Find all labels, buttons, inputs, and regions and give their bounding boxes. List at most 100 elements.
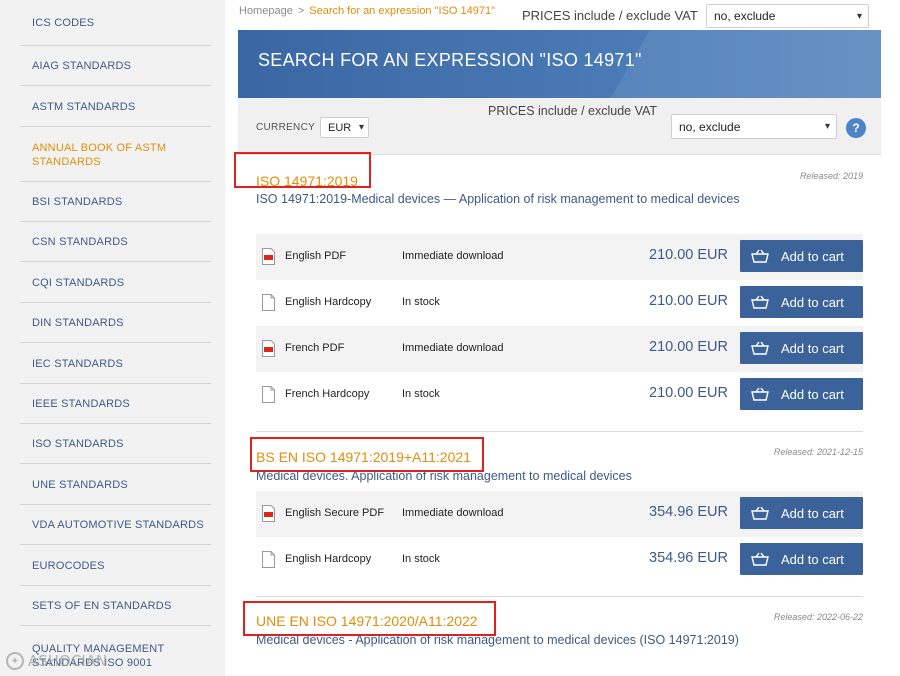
product-title-link[interactable]: BS EN ISO 14971:2019+A11:2021: [256, 449, 471, 465]
product-description-link[interactable]: Medical devices. Application of risk man…: [256, 467, 746, 486]
add-to-cart-button[interactable]: Add to cart: [740, 286, 863, 318]
format-label: French Hardcopy: [285, 388, 370, 400]
search-banner: SEARCH FOR AN EXPRESSION "ISO 14971": [238, 30, 881, 98]
sidebar-item-csn-standards[interactable]: CSN STANDARDS: [20, 222, 211, 262]
sidebar-item-annual-book-of-astm-standards[interactable]: ANNUAL BOOK OF ASTM STANDARDS: [20, 127, 211, 182]
availability-label: In stock: [402, 296, 440, 308]
sidebar-item-iec-standards[interactable]: IEC STANDARDS: [20, 343, 211, 384]
sidebar-item-label[interactable]: ANNUAL BOOK OF ASTM STANDARDS: [20, 127, 211, 182]
basket-icon: [751, 341, 769, 355]
sidebar-item-ieee-standards[interactable]: IEEE STANDARDS: [20, 384, 211, 424]
currency-label: CURRENCY: [256, 122, 316, 133]
currency-select[interactable]: EUR ▾: [320, 117, 369, 138]
add-to-cart-label: Add to cart: [781, 505, 844, 521]
sidebar-item-label[interactable]: ISO STANDARDS: [20, 424, 211, 464]
sidebar-item-label[interactable]: ASTM STANDARDS: [20, 86, 211, 127]
top-vat-select[interactable]: no, exclude ▾: [706, 4, 869, 28]
format-label: English Hardcopy: [285, 296, 372, 308]
top-vat-label: PRICES include / exclude VAT: [522, 8, 698, 23]
release-date: Released: 2022-06-22: [773, 612, 863, 622]
sidebar-item-label[interactable]: IEEE STANDARDS: [20, 384, 211, 424]
watermark-logo-icon: ✦: [6, 652, 24, 670]
format-label: English Hardcopy: [285, 553, 372, 565]
format-row: English PDF Immediate download 210.00 EU…: [256, 234, 863, 280]
sidebar-item-label[interactable]: CSN STANDARDS: [20, 222, 211, 262]
product-description-link[interactable]: ISO 14971:2019-Medical devices — Applica…: [256, 190, 746, 209]
pdf-icon: [262, 505, 275, 522]
sidebar-item-aiag-standards[interactable]: AIAG STANDARDS: [20, 46, 211, 86]
availability-label: In stock: [402, 388, 440, 400]
sidebar-item-bsi-standards[interactable]: BSI STANDARDS: [20, 182, 211, 222]
availability-label: Immediate download: [402, 507, 504, 519]
add-to-cart-button[interactable]: Add to cart: [740, 332, 863, 364]
sidebar-item-label[interactable]: SETS OF EN STANDARDS: [20, 586, 211, 626]
sidebar-item-label[interactable]: EUROCODES: [20, 545, 211, 586]
sidebar-item-label[interactable]: CQI STANDARDS: [20, 262, 211, 303]
product-description-link[interactable]: Medical devices - Application of risk ma…: [256, 631, 746, 650]
hardcopy-icon: [262, 386, 275, 403]
main-content: Homepage > Search for an expression "ISO 1…: [234, 0, 881, 676]
add-to-cart-button[interactable]: Add to cart: [740, 497, 863, 529]
help-icon: ?: [852, 121, 860, 135]
top-vat-select-value: no, exclude: [714, 9, 776, 23]
page: ICS CODES AIAG STANDARDS ASTM STANDARDS …: [0, 0, 900, 676]
product-title-link[interactable]: ISO 14971:2019: [256, 173, 358, 189]
basket-icon: [751, 552, 769, 566]
sidebar-item-ics-codes[interactable]: ICS CODES: [20, 0, 211, 46]
sidebar-item-label[interactable]: BSI STANDARDS: [20, 182, 211, 222]
filter-bar: PRICES include / exclude VAT CURRENCY EU…: [238, 98, 881, 155]
sidebar: ICS CODES AIAG STANDARDS ASTM STANDARDS …: [0, 0, 225, 676]
add-to-cart-label: Add to cart: [781, 248, 844, 264]
format-row: French Hardcopy In stock 210.00 EUR Add …: [256, 372, 863, 418]
sidebar-item-label[interactable]: UNE STANDARDS: [20, 464, 211, 505]
sidebar-item-label[interactable]: IEC STANDARDS: [20, 343, 211, 384]
hardcopy-icon: [262, 294, 275, 311]
availability-label: Immediate download: [402, 342, 504, 354]
sidebar-item-label[interactable]: VDA AUTOMOTIVE STANDARDS: [20, 505, 211, 545]
price-label: 210.00 EUR: [649, 293, 728, 309]
sidebar-item-label[interactable]: AIAG STANDARDS: [20, 46, 211, 86]
sidebar-item-din-standards[interactable]: DIN STANDARDS: [20, 303, 211, 343]
price-label: 210.00 EUR: [649, 247, 728, 263]
add-to-cart-label: Add to cart: [781, 551, 844, 567]
vat-label: PRICES include / exclude VAT: [488, 104, 658, 118]
basket-icon: [751, 295, 769, 309]
sidebar-item-iso-standards[interactable]: ISO STANDARDS: [20, 424, 211, 464]
sidebar-item-vda-automotive-standards[interactable]: VDA AUTOMOTIVE STANDARDS: [20, 505, 211, 545]
breadcrumb-current: Search for an expression "ISO 14971": [309, 5, 496, 17]
sidebar-item-une-standards[interactable]: UNE STANDARDS: [20, 464, 211, 505]
add-to-cart-button[interactable]: Add to cart: [740, 240, 863, 272]
price-label: 354.96 EUR: [649, 504, 728, 520]
chevron-down-icon: ▾: [358, 122, 364, 133]
sidebar-menu: ICS CODES AIAG STANDARDS ASTM STANDARDS …: [0, 0, 225, 676]
add-to-cart-button[interactable]: Add to cart: [740, 378, 863, 410]
sidebar-item-label[interactable]: DIN STANDARDS: [20, 303, 211, 343]
price-label: 354.96 EUR: [649, 550, 728, 566]
sidebar-item-label[interactable]: ICS CODES: [20, 0, 211, 46]
currency-select-value: EUR: [328, 121, 352, 134]
product-title-link[interactable]: UNE EN ISO 14971:2020/A11:2022: [256, 613, 478, 629]
product-item: ISO 14971:2019 Released: 2019 ISO 14971:…: [234, 152, 881, 432]
help-button[interactable]: ?: [846, 118, 866, 138]
top-bar: Homepage > Search for an expression "ISO 1…: [238, 0, 881, 30]
format-row: English Hardcopy In stock 354.96 EUR Add…: [256, 537, 863, 583]
add-to-cart-label: Add to cart: [781, 294, 844, 310]
product-item: BS EN ISO 14971:2019+A11:2021 Released: …: [238, 432, 881, 597]
availability-label: Immediate download: [402, 250, 504, 262]
release-date: Released: 2021-12-15: [773, 447, 863, 457]
page-title: SEARCH FOR AN EXPRESSION "ISO 14971": [258, 50, 642, 70]
chevron-down-icon: ▾: [856, 10, 862, 22]
format-row: English Secure PDF Immediate download 35…: [256, 491, 863, 537]
sidebar-item-astm-standards[interactable]: ASTM STANDARDS: [20, 86, 211, 127]
hardcopy-icon: [262, 551, 275, 568]
sidebar-item-eurocodes[interactable]: EUROCODES: [20, 545, 211, 586]
format-row: English Hardcopy In stock 210.00 EUR Add…: [256, 280, 863, 326]
breadcrumb-home-link[interactable]: Homepage: [239, 5, 293, 17]
watermark-text: ASHOCIAN: [28, 652, 108, 670]
add-to-cart-button[interactable]: Add to cart: [740, 543, 863, 575]
breadcrumb-separator: >: [297, 5, 305, 17]
format-label: English Secure PDF: [285, 507, 385, 519]
sidebar-item-cqi-standards[interactable]: CQI STANDARDS: [20, 262, 211, 303]
vat-select[interactable]: no, exclude ▾: [671, 114, 837, 139]
sidebar-item-sets-of-en-standards[interactable]: SETS OF EN STANDARDS: [20, 586, 211, 626]
